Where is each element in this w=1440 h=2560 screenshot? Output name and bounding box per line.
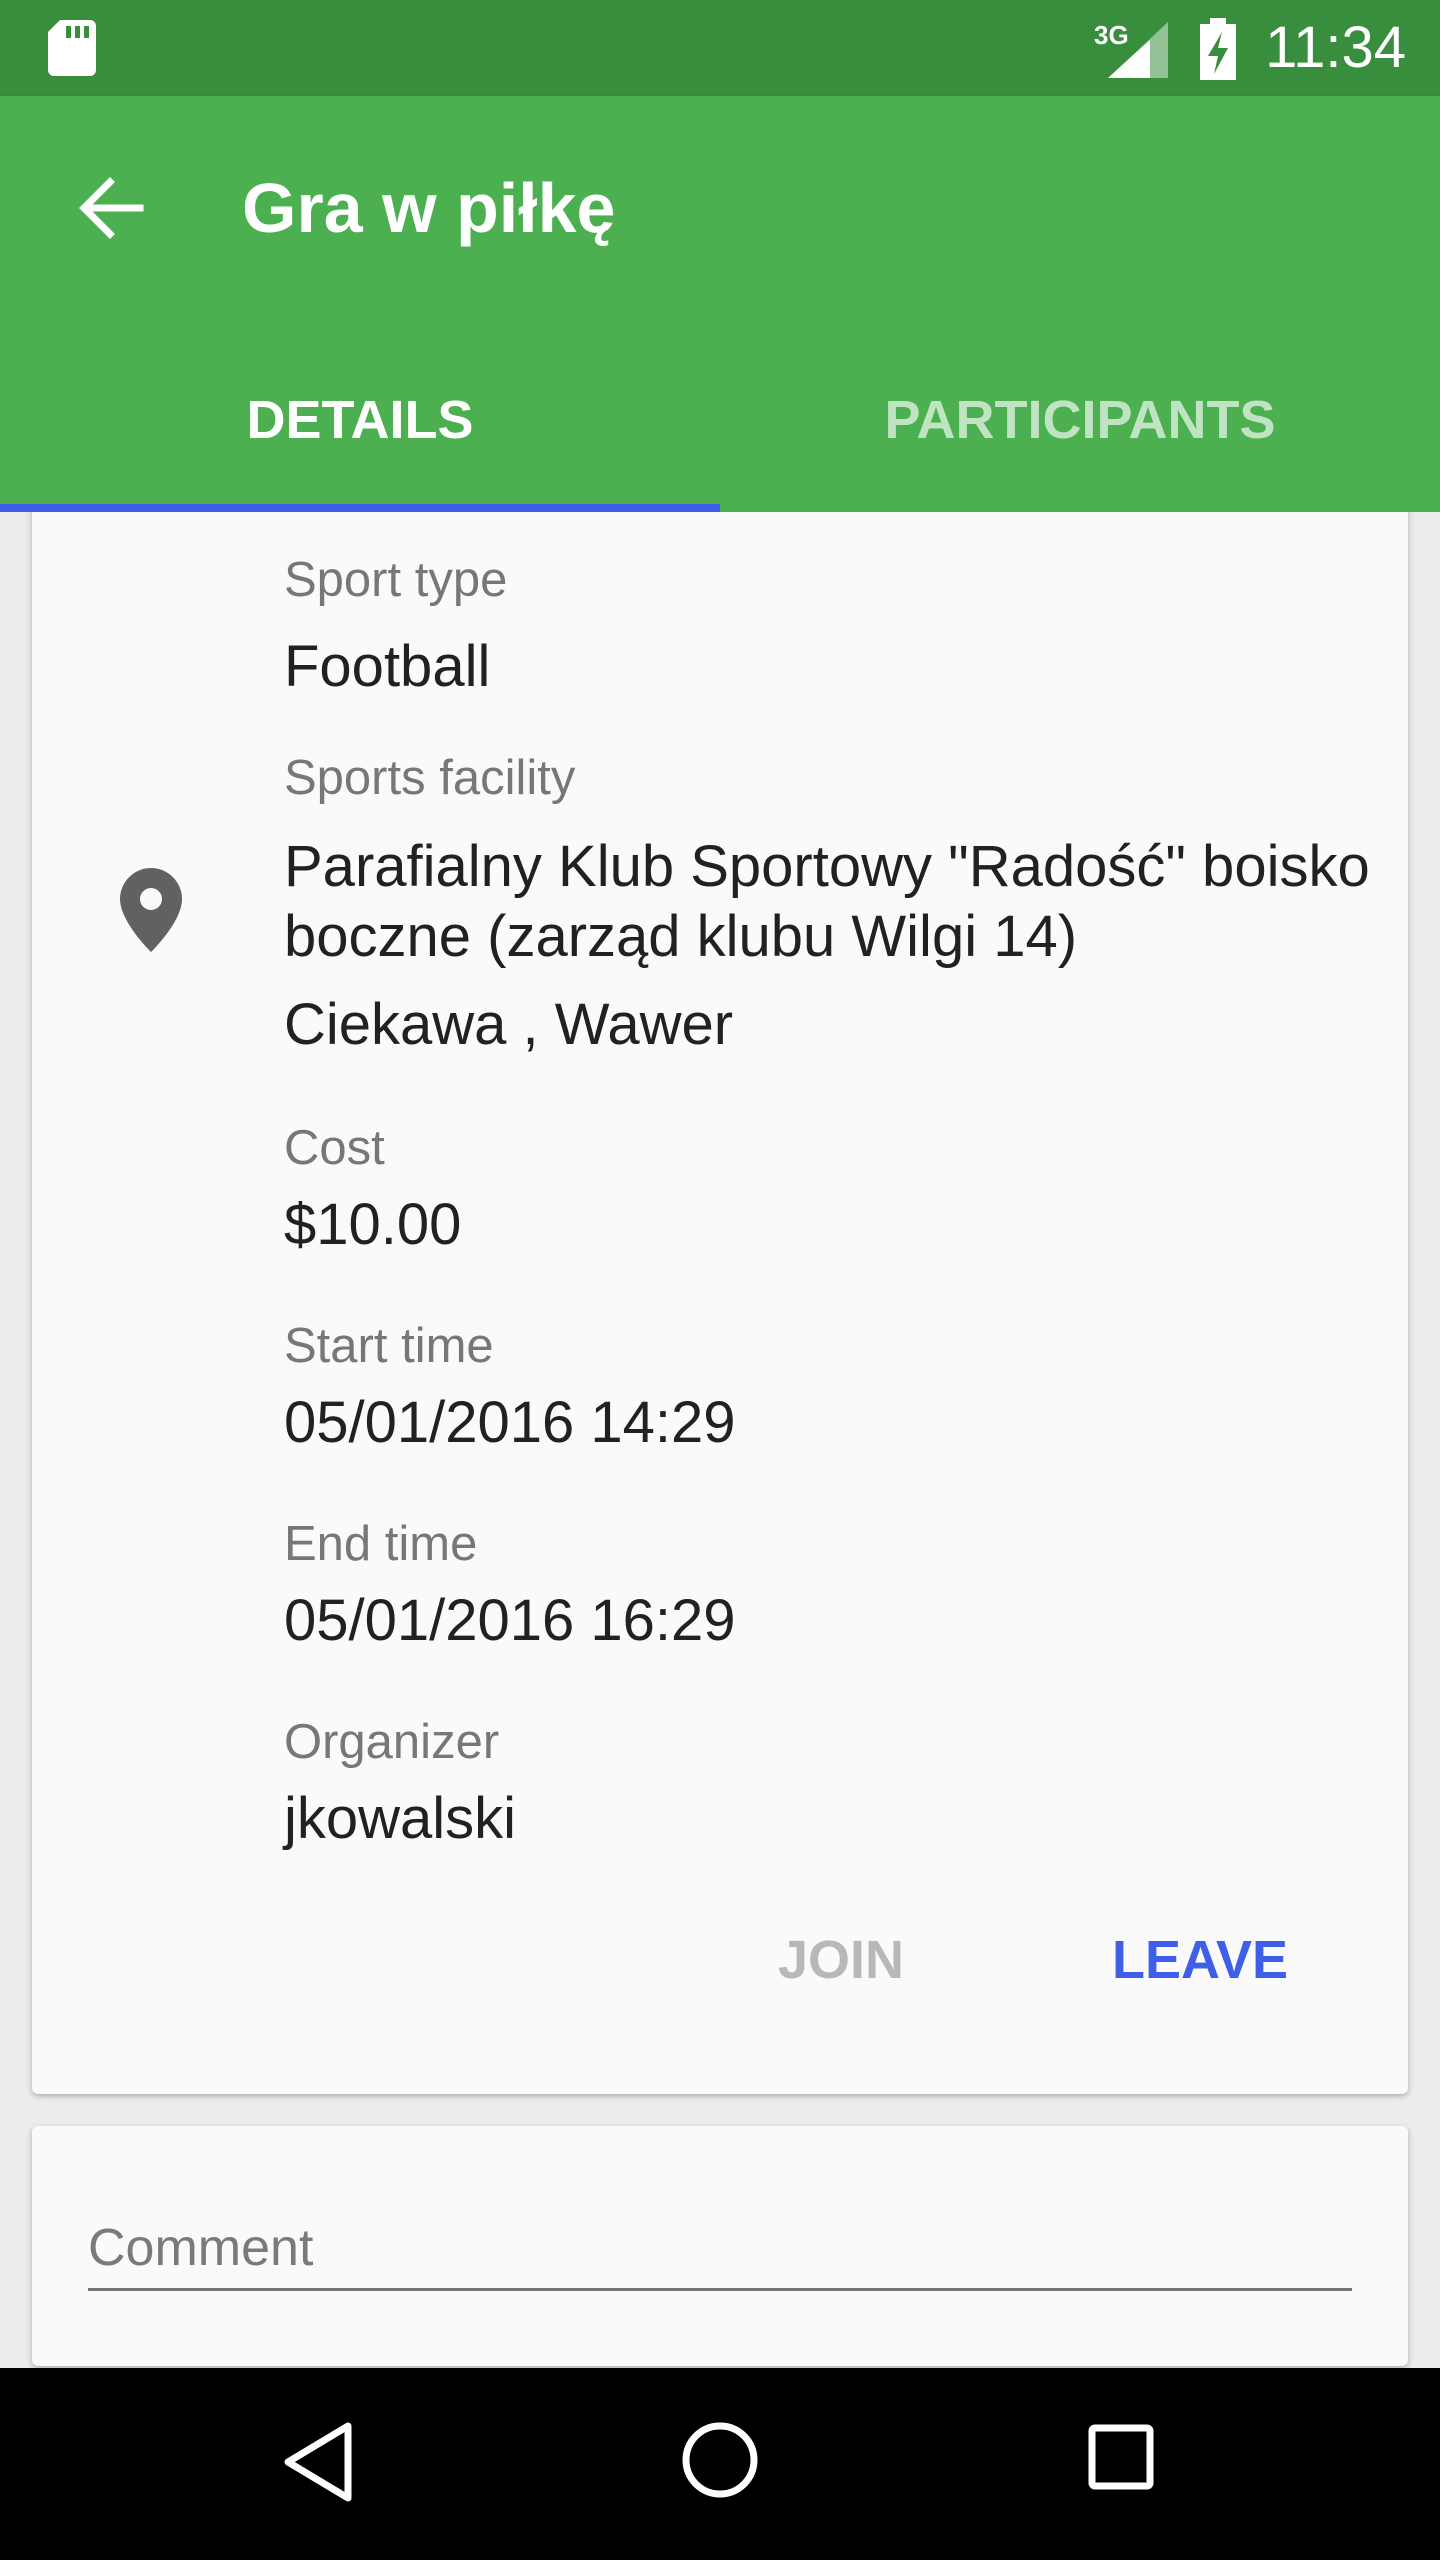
join-button[interactable]: JOIN bbox=[778, 1920, 904, 2000]
start-time-label: Start time bbox=[284, 1319, 494, 1373]
event-details-card: Sport type Football Sports facility Para… bbox=[32, 490, 1408, 2094]
back-triangle-icon[interactable] bbox=[280, 2420, 356, 2509]
battery-charging-icon bbox=[1198, 18, 1238, 85]
sport-type-value: Football bbox=[284, 634, 491, 699]
home-circle-icon[interactable] bbox=[680, 2420, 760, 2505]
leave-button[interactable]: LEAVE bbox=[1112, 1920, 1288, 2000]
tab-details[interactable]: DETAILS bbox=[0, 320, 720, 512]
app-bar: Gra w piłkę bbox=[0, 96, 1440, 320]
clock: 11:34 bbox=[1265, 15, 1406, 80]
map-pin-icon[interactable] bbox=[120, 868, 182, 957]
page-title: Gra w piłkę bbox=[242, 169, 616, 247]
sport-type-label: Sport type bbox=[284, 553, 508, 607]
comment-input[interactable] bbox=[88, 2208, 1352, 2291]
facility-label: Sports facility bbox=[284, 751, 576, 805]
tab-indicator bbox=[0, 504, 720, 512]
organizer-value: jkowalski bbox=[284, 1786, 517, 1851]
facility-address: Ciekawa , Wawer bbox=[284, 992, 734, 1057]
tab-bar: DETAILS PARTICIPANTS bbox=[0, 320, 1440, 512]
end-time-label: End time bbox=[284, 1517, 478, 1571]
signal-icon bbox=[1108, 22, 1168, 83]
tab-participants[interactable]: PARTICIPANTS bbox=[720, 320, 1440, 512]
cost-value: $10.00 bbox=[284, 1192, 462, 1257]
facility-name-line2: boczne (zarząd klubu Wilgi 14) bbox=[284, 904, 1078, 969]
organizer-label: Organizer bbox=[284, 1715, 500, 1769]
navigation-bar bbox=[0, 2368, 1440, 2560]
end-time-value: 05/01/2016 16:29 bbox=[284, 1588, 736, 1653]
cost-label: Cost bbox=[284, 1121, 385, 1175]
status-bar: 3G 11:34 bbox=[0, 0, 1440, 96]
facility-name-line1: Parafialny Klub Sportowy "Radość" boisko bbox=[284, 834, 1370, 899]
recents-square-icon[interactable] bbox=[1086, 2420, 1156, 2495]
arrow-back-icon[interactable] bbox=[76, 174, 144, 247]
start-time-value: 05/01/2016 14:29 bbox=[284, 1390, 736, 1455]
sd-card-icon bbox=[48, 20, 96, 81]
